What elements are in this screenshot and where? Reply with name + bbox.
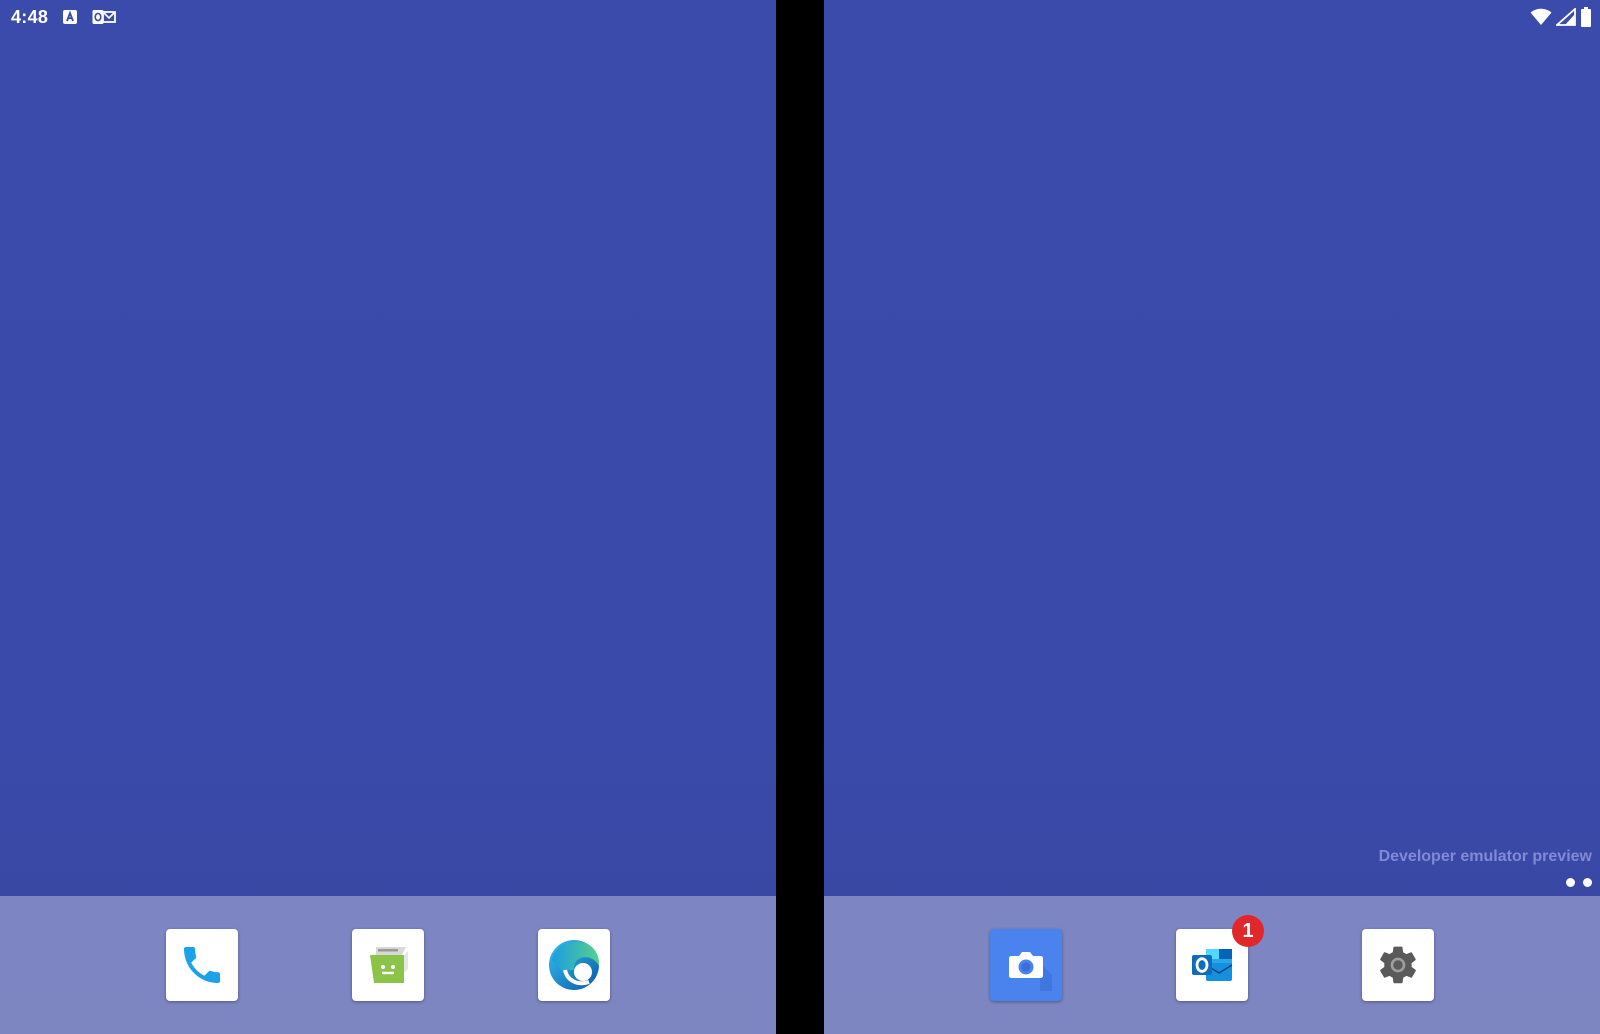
phone-app[interactable] [166, 929, 238, 1001]
cell-signal-icon [1556, 8, 1576, 26]
messages-app[interactable] [352, 929, 424, 1001]
outlook-app[interactable]: 1 [1176, 915, 1264, 1001]
left-screen: 4:48 [0, 0, 776, 1034]
edge-icon [549, 940, 600, 990]
hinge [776, 0, 824, 1034]
messages-icon [370, 947, 408, 983]
clock: 4:48 [11, 6, 49, 27]
status-bar-right [1530, 7, 1592, 27]
battery-icon [1581, 7, 1591, 27]
status-bar-left: 4:48 [11, 6, 117, 28]
right-screen: Developer emulator preview 1 [824, 0, 1600, 1034]
dual-screen-device: 4:48 Developer emulator preview 1 [0, 0, 1600, 1034]
page-indicator[interactable] [1566, 878, 1592, 887]
translate-a-icon [63, 10, 78, 24]
page-dot-1[interactable] [1566, 878, 1575, 887]
phone-icon [184, 947, 220, 983]
outlook-unread-badge: 1 [1232, 915, 1264, 947]
settings-app[interactable] [1362, 929, 1434, 1001]
outlook-icon [1192, 949, 1233, 981]
outlook-notification-icon [92, 10, 117, 24]
camera-app[interactable] [990, 929, 1062, 1001]
wifi-icon [1530, 8, 1552, 25]
settings-gear-icon [1380, 946, 1416, 984]
camera-icon [1009, 952, 1052, 991]
edge-app[interactable] [538, 929, 610, 1001]
dock-right: 1 [824, 896, 1600, 1034]
developer-preview-watermark: Developer emulator preview [1378, 848, 1592, 865]
dock-left [0, 896, 776, 1034]
page-dot-2[interactable] [1583, 878, 1592, 887]
